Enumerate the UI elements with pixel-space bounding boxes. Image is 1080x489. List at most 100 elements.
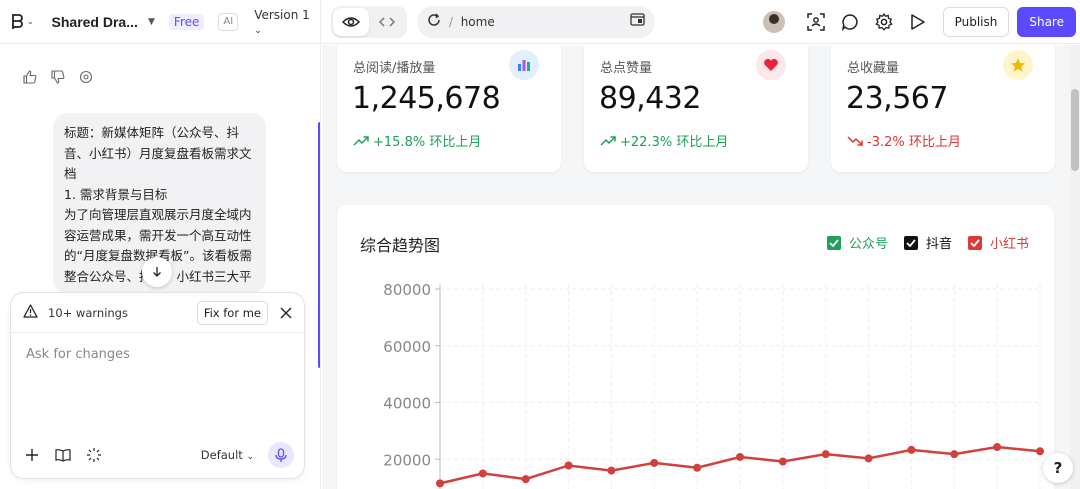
comment-icon[interactable] xyxy=(833,7,867,37)
version-selector[interactable]: Version 1 ⌄ xyxy=(254,8,320,36)
stat-card-favorites: 总收藏量 23,567 -3.2% 环比上月 xyxy=(831,45,1055,172)
data-point xyxy=(950,450,959,459)
app-logo-icon[interactable]: ⌄ xyxy=(10,10,38,34)
data-point xyxy=(1036,447,1044,456)
data-point xyxy=(478,469,487,478)
checkbox-checked-icon[interactable] xyxy=(826,235,841,250)
share-button[interactable]: Share xyxy=(1017,6,1076,37)
open-in-new-window-icon[interactable] xyxy=(630,13,645,30)
book-icon[interactable] xyxy=(54,446,72,464)
warnings-bar: 10+ warnings Fix for me xyxy=(11,293,304,333)
stat-value: 23,567 xyxy=(846,81,948,116)
stat-change: -3.2% 环比上月 xyxy=(847,131,961,150)
page-scrollbar[interactable] xyxy=(1070,45,1080,489)
heart-icon xyxy=(756,50,786,80)
data-point xyxy=(607,466,616,475)
chevron-down-icon[interactable]: ▼ xyxy=(148,17,155,27)
plan-badge[interactable]: Free xyxy=(168,13,205,30)
message-reactions xyxy=(22,69,94,85)
project-header: ⌄ Shared Dra... ▼ Free AI Version 1 ⌄ xyxy=(0,0,321,44)
checkbox-checked-icon[interactable] xyxy=(967,235,982,250)
data-point xyxy=(650,458,659,467)
plus-icon[interactable] xyxy=(23,446,41,464)
data-point xyxy=(736,452,744,461)
ai-badge[interactable]: AI xyxy=(218,12,239,31)
data-point xyxy=(521,475,530,484)
chat-input[interactable] xyxy=(26,347,286,362)
stat-value: 89,432 xyxy=(599,81,701,116)
publish-button[interactable]: Publish xyxy=(942,6,1010,37)
play-icon[interactable] xyxy=(901,7,935,37)
data-point xyxy=(778,457,787,466)
project-name[interactable]: Shared Dra... xyxy=(52,14,138,30)
y-tick-label: 20000 xyxy=(383,451,431,469)
scan-icon[interactable] xyxy=(799,7,833,37)
trend-chart-card: 80000 60000 40000 20000 综合趋势图 公众号 抖音 小红书 xyxy=(337,205,1054,489)
legend-label: 小红书 xyxy=(989,237,1029,252)
stat-card-likes: 总点赞量 89,432 +22.3% 环比上月 xyxy=(584,45,808,172)
view-toggle xyxy=(331,5,407,38)
preview-eye-icon[interactable] xyxy=(333,7,369,36)
code-icon[interactable] xyxy=(369,8,405,36)
data-point xyxy=(993,443,1002,452)
stat-card-views: 总阅读/播放量 1,245,678 +15.8% 环比上月 xyxy=(337,45,561,172)
scrollbar-thumb[interactable] xyxy=(1071,89,1079,171)
regenerate-icon[interactable] xyxy=(78,69,94,85)
data-point xyxy=(693,463,702,472)
settings-gear-icon[interactable] xyxy=(867,7,901,37)
legend-item-xiaohongshu[interactable]: 小红书 xyxy=(967,233,1029,252)
url-separator: / xyxy=(449,14,454,29)
scroll-to-bottom-button[interactable] xyxy=(142,257,172,287)
model-label: Default xyxy=(200,448,243,462)
trend-up-icon xyxy=(353,135,369,146)
warnings-count: 10+ warnings xyxy=(48,305,128,320)
chart-title: 综合趋势图 xyxy=(360,236,441,255)
top-bar: ⌄ Shared Dra... ▼ Free AI Version 1 ⌄ / … xyxy=(0,0,1080,44)
stat-change-text: -3.2% 环比上月 xyxy=(867,135,961,150)
stat-label: 总收藏量 xyxy=(847,61,900,76)
arrow-down-icon xyxy=(153,267,161,277)
chevron-down-icon: ⌄ xyxy=(254,25,262,36)
url-bar[interactable]: / home xyxy=(417,5,655,38)
stat-label: 总阅读/播放量 xyxy=(353,61,436,76)
checkbox-checked-icon[interactable] xyxy=(903,235,918,250)
dashboard-preview: 总阅读/播放量 1,245,678 +15.8% 环比上月 总点赞量 89,43… xyxy=(322,45,1070,489)
stat-change: +15.8% 环比上月 xyxy=(353,131,481,150)
toolbar-actions: Publish Share xyxy=(762,6,1080,37)
legend-label: 公众号 xyxy=(848,237,888,252)
microphone-icon xyxy=(275,447,287,462)
thumbs-up-icon[interactable] xyxy=(22,69,38,85)
legend-item-gongzhonghao[interactable]: 公众号 xyxy=(826,233,888,252)
data-point xyxy=(436,479,444,488)
data-point xyxy=(564,461,573,470)
stat-change-text: +22.3% 环比上月 xyxy=(620,135,729,150)
data-point xyxy=(864,454,873,463)
chat-scrollbar[interactable] xyxy=(318,122,320,368)
fix-for-me-button[interactable]: Fix for me xyxy=(196,300,268,325)
close-icon[interactable] xyxy=(278,305,294,321)
url-path-text: home xyxy=(460,14,495,29)
y-tick-label: 40000 xyxy=(383,395,431,413)
trend-up-icon xyxy=(600,135,616,146)
legend-item-douyin[interactable]: 抖音 xyxy=(903,233,952,252)
data-point xyxy=(907,445,916,454)
composer-toolbar: Default ⌄ xyxy=(23,442,294,468)
version-label: Version 1 xyxy=(254,7,310,22)
help-button[interactable]: ? xyxy=(1043,453,1073,483)
microphone-button[interactable] xyxy=(268,442,294,468)
thumbs-down-icon[interactable] xyxy=(50,69,66,85)
avatar[interactable] xyxy=(762,10,785,33)
stat-change: +22.3% 环比上月 xyxy=(600,131,728,150)
stat-change-text: +15.8% 环比上月 xyxy=(373,135,482,150)
y-tick-label: 80000 xyxy=(383,281,431,299)
data-point xyxy=(821,450,830,459)
sparkle-icon[interactable] xyxy=(85,446,103,464)
y-tick-label: 60000 xyxy=(383,338,431,356)
chart-legend: 公众号 抖音 小红书 xyxy=(826,233,1029,252)
bar-chart-icon xyxy=(509,50,539,80)
warning-triangle-icon xyxy=(23,303,38,322)
model-selector[interactable]: Default ⌄ xyxy=(201,448,254,462)
stat-value: 1,245,678 xyxy=(352,81,501,116)
url-path: / home xyxy=(449,15,630,29)
refresh-icon[interactable] xyxy=(427,12,441,31)
